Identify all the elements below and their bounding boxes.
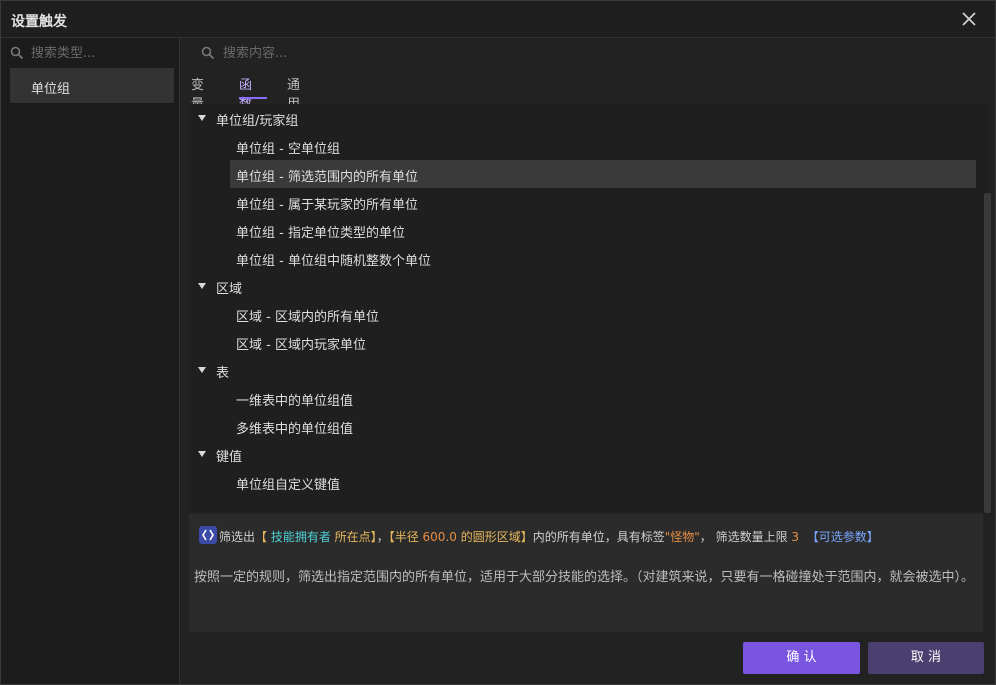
search-icon <box>10 46 24 60</box>
tree-item-filter-units-in-range[interactable]: 单位组 - 筛选范围内的所有单位 <box>230 160 976 188</box>
active-tab-indicator <box>239 97 267 99</box>
title-bar: 设置触发 <box>1 1 995 38</box>
category-item-label: 单位组 <box>31 82 71 97</box>
tree-group-table[interactable]: 表 <box>189 356 975 384</box>
signature-text: 筛选出 <box>219 530 256 544</box>
content-search <box>181 38 995 68</box>
close-icon <box>962 12 976 26</box>
tree-item-nd-table-value[interactable]: 多维表中的单位组值 <box>189 412 975 440</box>
signature-bracket: 【 <box>255 530 268 544</box>
category-panel: 单位组 <box>1 38 180 684</box>
param-tag[interactable]: "怪物" <box>665 530 700 544</box>
tree-item-label: 键值 <box>216 450 243 465</box>
tree-item-units-of-type[interactable]: 单位组 - 指定单位类型的单位 <box>189 216 975 244</box>
tree-scrollbar[interactable] <box>984 193 991 513</box>
tree-item-1d-table-value[interactable]: 一维表中的单位组值 <box>189 384 975 412</box>
caret-down-icon <box>198 367 206 373</box>
tree-item-label: 单位组自定义键值 <box>236 478 341 493</box>
confirm-button[interactable]: 确 认 <box>743 642 860 674</box>
tree-item-units-in-region[interactable]: 区域 - 区域内的所有单位 <box>189 300 975 328</box>
content-panel: 变量 函数 通用 单位组/玩家组 单位组 - 空单位组 单位组 - 筛选范围内的… <box>181 38 995 684</box>
param-circle-region[interactable]: 【半径 <box>389 530 419 544</box>
tree-item-label: 区域 - 区域内玩家单位 <box>236 338 366 353</box>
signature-text: ， 筛选数量上限 <box>699 530 788 544</box>
tree-group-unit-player-group[interactable]: 单位组/玩家组 <box>189 104 975 132</box>
tree-item-label: 单位组/玩家组 <box>216 114 299 129</box>
tree-item-label: 单位组 - 指定单位类型的单位 <box>236 226 405 241</box>
function-signature: 筛选出【 技能拥有者 所在点】，【半径 600.0 的圆形区域】内的所有单位，具… <box>219 528 879 545</box>
tab-variables[interactable]: 变量 <box>191 74 204 112</box>
caret-down-icon <box>198 451 206 457</box>
signature-text: 内的所有单位，具有标签 <box>532 530 665 544</box>
tree-item-label: 单位组 - 属于某玩家的所有单位 <box>236 198 418 213</box>
category-search <box>1 38 179 68</box>
tree-item-empty-unit-group[interactable]: 单位组 - 空单位组 <box>189 132 975 160</box>
tree-item-label: 表 <box>216 366 230 381</box>
tree-item-label: 多维表中的单位组值 <box>236 422 354 437</box>
content-search-input[interactable] <box>223 42 723 64</box>
category-search-input[interactable] <box>31 42 171 64</box>
param-circle-region-tail: 的圆形区域】 <box>456 530 533 544</box>
tree-item-random-units[interactable]: 单位组 - 单位组中随机整数个单位 <box>189 244 975 272</box>
close-button[interactable] <box>959 9 979 29</box>
signature-text: ， <box>376 530 389 544</box>
param-skill-owner[interactable]: 技能拥有者 <box>267 530 331 544</box>
dialog-title: 设置触发 <box>11 14 67 30</box>
function-icon <box>199 526 217 544</box>
tree-item-label: 单位组 - 单位组中随机整数个单位 <box>236 254 431 269</box>
signature-bracket: 所在点】 <box>330 530 377 544</box>
tree-item-label: 区域 - 区域内的所有单位 <box>236 310 379 325</box>
search-icon <box>201 46 215 60</box>
tree-item-label: 区域 <box>216 282 243 297</box>
tree-group-region[interactable]: 区域 <box>189 272 975 300</box>
set-trigger-dialog: 设置触发 单位组 变量 函数 <box>0 0 996 685</box>
tree-item-units-of-player[interactable]: 单位组 - 属于某玩家的所有单位 <box>189 188 975 216</box>
category-item-unit-group[interactable]: 单位组 <box>10 68 174 103</box>
tree-group-key-value[interactable]: 键值 <box>189 440 975 468</box>
caret-down-icon <box>198 283 206 289</box>
tab-general[interactable]: 通用 <box>287 74 300 112</box>
caret-down-icon <box>198 115 206 121</box>
function-description: 按照一定的规则，筛选出指定范围内的所有单位，适用于大部分技能的选择。（对建筑来说… <box>194 570 975 585</box>
function-tree: 单位组/玩家组 单位组 - 空单位组 单位组 - 筛选范围内的所有单位 单位组 … <box>189 104 991 513</box>
param-radius[interactable]: 600.0 <box>419 530 457 544</box>
tree-item-label: 单位组 - 筛选范围内的所有单位 <box>236 170 418 185</box>
tree-item-custom-key-value[interactable]: 单位组自定义键值 <box>189 468 975 496</box>
tree-item-label: 单位组 - 空单位组 <box>236 142 340 157</box>
param-max-count[interactable]: 3 <box>788 530 799 544</box>
optional-params-link[interactable]: 【可选参数】 <box>807 530 879 544</box>
cancel-button[interactable]: 取 消 <box>868 642 984 674</box>
tree-item-label: 一维表中的单位组值 <box>236 394 354 409</box>
tree-item-player-units-in-region[interactable]: 区域 - 区域内玩家单位 <box>189 328 975 356</box>
description-panel: 筛选出【 技能拥有者 所在点】，【半径 600.0 的圆形区域】内的所有单位，具… <box>189 514 983 632</box>
